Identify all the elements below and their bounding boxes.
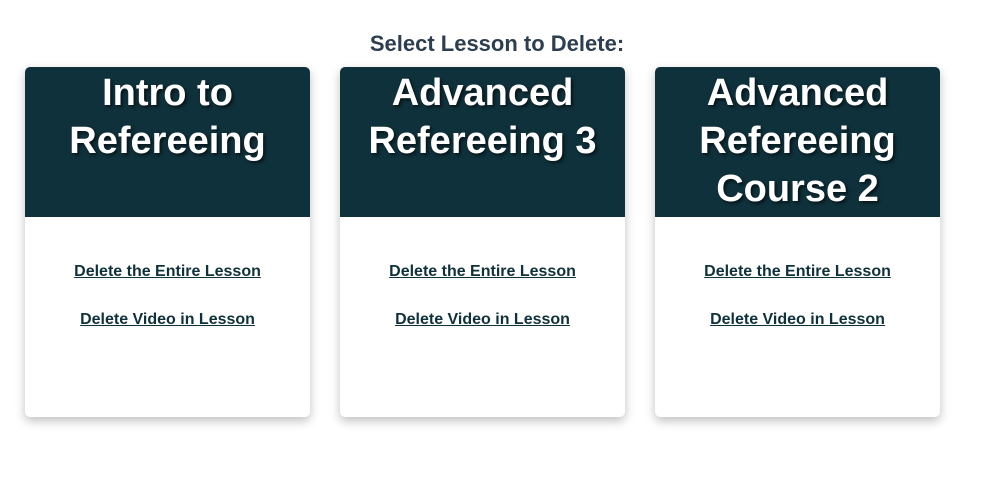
page-title: Select Lesson to Delete: <box>369 31 625 56</box>
page: Select Lesson to Delete: Intro to Refere… <box>0 0 1002 483</box>
lesson-card-body: Delete the Entire Lesson Delete Video in… <box>340 217 625 417</box>
lesson-card-header: Intro to Refereeing <box>25 67 310 217</box>
lesson-card: Intro to Refereeing Delete the Entire Le… <box>25 67 310 417</box>
delete-entire-lesson-link[interactable]: Delete the Entire Lesson <box>704 262 891 282</box>
delete-entire-lesson-link[interactable]: Delete the Entire Lesson <box>74 262 261 282</box>
delete-entire-lesson-link[interactable]: Delete the Entire Lesson <box>389 262 576 282</box>
lesson-card: Advanced Refereeing Course 2 Delete the … <box>655 67 940 417</box>
lesson-title: Advanced Refereeing 3 <box>368 72 597 162</box>
delete-video-in-lesson-link[interactable]: Delete Video in Lesson <box>80 310 255 330</box>
lesson-title: Advanced Refereeing Course 2 <box>699 72 896 210</box>
lesson-card-header: Advanced Refereeing Course 2 <box>655 67 940 217</box>
delete-video-in-lesson-link[interactable]: Delete Video in Lesson <box>395 310 570 330</box>
delete-video-in-lesson-link[interactable]: Delete Video in Lesson <box>710 310 885 330</box>
lesson-card: Advanced Refereeing 3 Delete the Entire … <box>340 67 625 417</box>
lesson-card-header: Advanced Refereeing 3 <box>340 67 625 217</box>
lesson-title: Intro to Refereeing <box>69 72 266 162</box>
lesson-card-body: Delete the Entire Lesson Delete Video in… <box>655 217 940 417</box>
lesson-card-body: Delete the Entire Lesson Delete Video in… <box>25 217 310 417</box>
lesson-card-list: Intro to Refereeing Delete the Entire Le… <box>25 67 940 417</box>
